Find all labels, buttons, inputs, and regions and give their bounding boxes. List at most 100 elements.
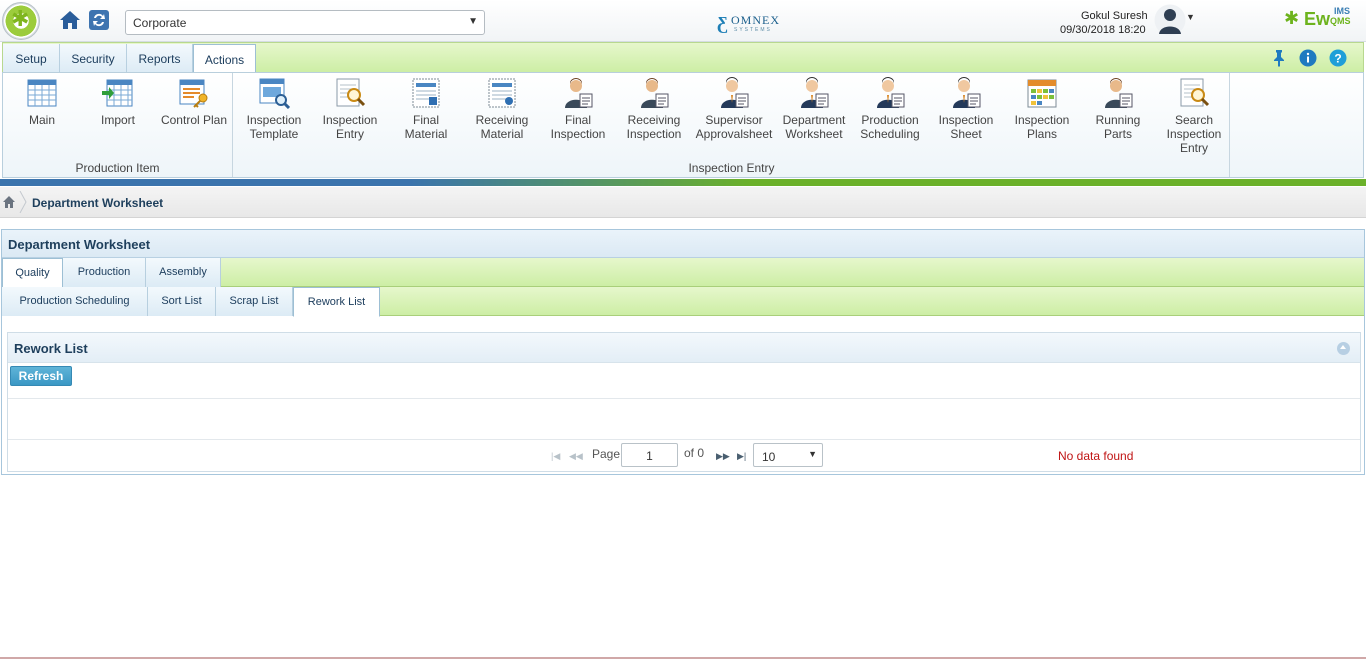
ribbon-item-control-plan[interactable]: Control Plan [156,77,232,127]
ribbon-item-search-inspection-entry-label-3: Entry [1179,141,1208,155]
inspector-person-icon [1105,78,1133,108]
chevron-down-icon: ▼ [468,16,478,27]
ribbon-item-inspection-entry[interactable]: Inspection Entry [312,77,388,141]
subtab-production-scheduling[interactable]: Production Scheduling [2,287,148,316]
ribbon-item-control-plan-label-1: Control Plan [160,113,228,127]
control-plan-key-icon [179,79,208,108]
ribbon-item-final-material-label-1: Final [412,113,439,127]
receiving-material-document-icon [488,78,516,108]
ribbon-item-final-inspection-label-2: Inspection [550,127,606,141]
breadcrumb-home-icon[interactable] [2,195,16,209]
ribbon-item-final-material[interactable]: Final Material [388,77,464,141]
pager-total-label: of 0 [684,446,705,460]
refresh-icon[interactable] [88,8,110,32]
subtab-scrap-list[interactable]: Scrap List [216,287,293,316]
subtab-sort-list[interactable]: Sort List [148,287,216,316]
pin-icon[interactable] [1270,49,1288,67]
ribbon-item-main[interactable]: Main [4,77,80,127]
home-icon[interactable] [58,8,82,32]
help-icon[interactable]: ? [1329,49,1347,67]
breadcrumb-current[interactable]: Department Worksheet [32,196,163,210]
ribbon-tab-actions[interactable]: Actions [193,44,256,73]
rework-list-header: Rework List [8,333,1360,363]
ribbon-tab-setup[interactable]: Setup [3,44,60,73]
ribbon-item-inspection-template-label-1: Inspection [246,113,302,127]
ribbon-item-inspection-entry-label-2: Entry [335,127,364,141]
ribbon-item-receiving-material[interactable]: Receiving Material [464,77,540,141]
ribbon-item-supervisor-approvalsheet-label-1: Supervisor [705,113,763,127]
ribbon-item-import[interactable]: Import [80,77,156,127]
app-menu-logo-icon[interactable] [2,2,40,40]
ribbon-item-supervisor-approvalsheet-label-2: Approvalsheet [695,127,773,141]
ribbon-item-inspection-sheet-label-2: Sheet [950,127,982,141]
main-tab-bar: Quality Production Assembly [2,258,1364,288]
user-avatar-icon[interactable] [1154,4,1186,36]
ribbon-item-production-scheduling[interactable]: Production Scheduling [852,77,928,141]
chevron-down-icon: ▼ [808,449,817,459]
grid-footer-divider [8,439,1360,440]
ribbon-item-production-scheduling-label-1: Production [861,113,919,127]
ribbon-group-inspection-entry: Inspection Template Inspection Entry Fin… [234,73,1230,177]
ribbon-tab-security[interactable]: Security [60,44,127,73]
info-icon[interactable] [1299,49,1317,67]
ribbon-tab-bar: Setup Security Reports Actions ? [2,42,1364,73]
ribbon-item-department-worksheet[interactable]: Department Worksheet [776,77,852,141]
pager-page-label: Page [592,447,621,461]
ribbon-item-inspection-sheet[interactable]: Inspection Sheet [928,77,1004,141]
page-title: Department Worksheet [8,237,151,252]
ribbon-item-import-label-1: Import [100,113,135,127]
ribbon-item-main-label-1: Main [28,113,55,127]
ribbon-item-inspection-template[interactable]: Inspection Template [236,77,312,141]
collapse-panel-icon[interactable] [1337,342,1350,355]
ribbon-item-department-worksheet-label-1: Department [782,113,846,127]
ribbon-panel: Main Import Control Plan Production Item [2,72,1364,178]
ribbon-item-receiving-inspection-label-1: Receiving [627,113,681,127]
ewqims-logo-text: Ew [1304,9,1331,29]
company-select[interactable]: Corporate ▼ [125,10,485,35]
next-page-icon[interactable]: ▶▶ [716,451,730,462]
user-menu-caret-icon[interactable]: ▼ [1186,12,1195,22]
subtab-rework-list[interactable]: Rework List [293,287,380,317]
ribbon-bottom-stripe [0,179,1366,186]
previous-page-icon[interactable]: ◀◀ [569,451,583,462]
page-title-bar: Department Worksheet [2,230,1364,258]
last-page-icon[interactable]: ▶| [737,451,746,462]
ewqims-logo: ✱ Ew IMS QMS [1284,6,1362,34]
ribbon-tab-reports[interactable]: Reports [127,44,193,73]
page-number-input[interactable]: 1 [621,443,678,467]
supervisor-person-icon [721,77,749,108]
ribbon-item-search-inspection-entry[interactable]: Search Inspection Entry [1156,77,1232,155]
omnex-logo: Ƹ OMNEX SYSTEMS [717,10,787,36]
ribbon-item-search-inspection-entry-label-2: Inspection [1166,127,1222,141]
final-material-document-icon [412,78,440,108]
ribbon-item-department-worksheet-label-2: Worksheet [785,127,843,141]
ribbon-item-receiving-inspection[interactable]: Receiving Inspection [616,77,692,141]
ribbon-item-search-inspection-entry-label-1: Search [1174,113,1214,127]
user-name: Gokul Suresh [1081,10,1148,22]
rework-list-panel: Rework List Refresh |◀ ◀◀ Page 1 of 0 ▶▶… [7,332,1361,472]
import-table-icon [102,79,133,107]
rework-list-title: Rework List [14,341,88,356]
ribbon-item-running-parts[interactable]: Running Parts [1080,77,1156,141]
ribbon-item-supervisor-approvalsheet[interactable]: Supervisor Approvalsheet [692,77,776,141]
ribbon-group-label-production-item: Production Item [75,161,160,175]
tab-production[interactable]: Production [63,258,146,287]
ribbon-item-inspection-template-label-2: Template [249,127,299,141]
tab-assembly[interactable]: Assembly [146,258,221,287]
page-size-select[interactable]: 10 ▼ [753,443,823,467]
ribbon-item-final-material-label-2: Material [404,127,448,141]
breadcrumb: Department Worksheet [0,187,1366,218]
tab-quality[interactable]: Quality [2,258,63,288]
ribbon-item-final-inspection[interactable]: Final Inspection [540,77,616,141]
ribbon-group-production-item: Main Import Control Plan Production Item [3,73,233,177]
top-header: Corporate ▼ Ƹ OMNEX SYSTEMS Gokul Suresh… [0,0,1366,42]
breadcrumb-separator-icon [19,191,27,213]
supervisor-person-icon [953,77,981,108]
ribbon-item-inspection-entry-label-1: Inspection [322,113,378,127]
supervisor-person-icon [801,77,829,108]
ribbon-item-inspection-plans[interactable]: Inspection Plans [1004,77,1080,141]
refresh-button[interactable]: Refresh [10,366,72,386]
ribbon-group-label-inspection-entry: Inspection Entry [688,161,775,175]
user-datetime: 09/30/2018 18:20 [1060,24,1146,36]
first-page-icon[interactable]: |◀ [551,451,560,462]
